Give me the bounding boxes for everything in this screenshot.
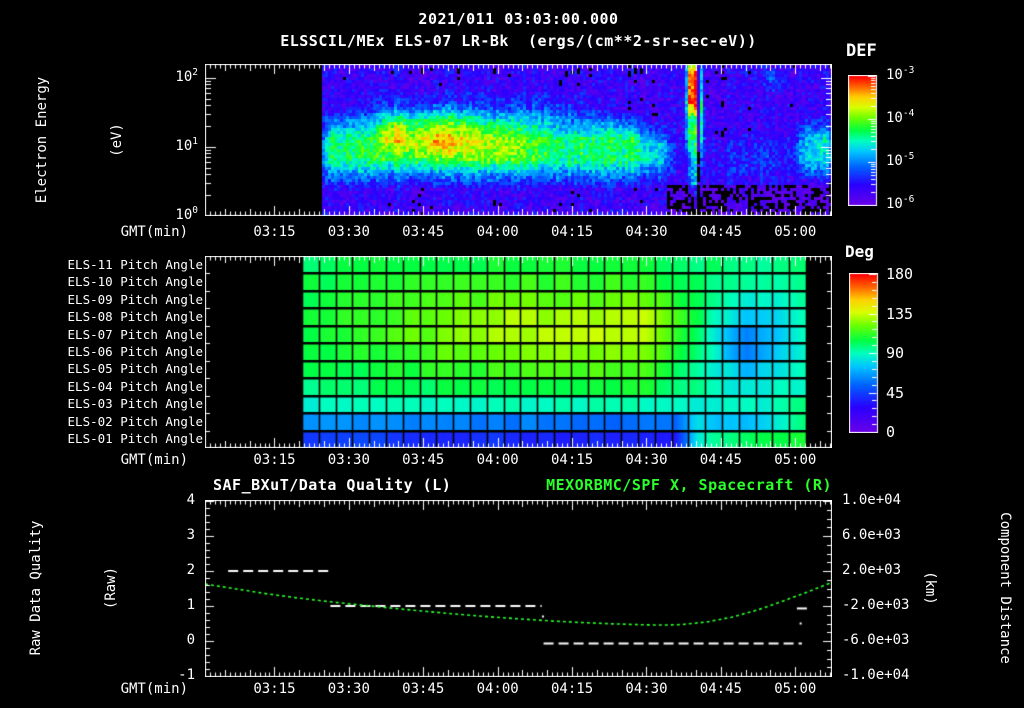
quality-axis-label-line1: Raw Data Quality: [28, 520, 44, 656]
pitch-row-label: ELS-09 Pitch Angle: [67, 291, 203, 307]
quality-panel-title-right: MEXORBMC/SPF X, Spacecraft (R): [546, 476, 832, 494]
def-colorbar-title: DEF: [846, 41, 877, 61]
time-tick-label: 04:15: [550, 452, 594, 468]
def-colorbar-tick-label: 10-5: [886, 151, 915, 169]
time-tick-label: 05:00: [774, 224, 817, 240]
time-tick-label: 04:30: [625, 452, 668, 468]
distance-tick-label: -2.0e+03: [842, 597, 910, 613]
energy-axis-label-line2: (eV): [109, 123, 125, 157]
title-instrument: ELSSCIL/MEx ELS-07 LR-Bk (ergs/(cm**2-sr…: [280, 32, 757, 50]
quality-tick-label: 0: [186, 632, 195, 648]
plot-screen: 2021/011 03:03:00.000 ELSSCIL/MEx ELS-07…: [0, 0, 1024, 708]
pitch-row-label: ELS-01 Pitch Angle: [67, 431, 203, 447]
pitch-row-label: ELS-04 Pitch Angle: [67, 378, 203, 394]
distance-tick-label: 6.0e+03: [842, 527, 902, 543]
energy-tick-label: 100: [175, 204, 198, 223]
electron-energy-spectrogram-canvas: [205, 64, 832, 216]
def-colorbar-tick-label: 10-6: [886, 194, 915, 212]
deg-colorbar-tick-label: 90: [886, 344, 905, 362]
def-colorbar-tick-label: 10-3: [886, 65, 915, 83]
time-tick-label: 03:30: [327, 224, 370, 240]
time-tick-label: 05:00: [774, 452, 817, 468]
deg-colorbar: [849, 273, 889, 433]
time-tick-label: 04:45: [699, 452, 742, 468]
quality-tick-label: 3: [186, 527, 195, 543]
quality-axis-label: Raw Data Quality (Raw): [0, 521, 174, 656]
time-tick-label: 04:45: [699, 224, 742, 240]
deg-colorbar-tick-label: 135: [886, 304, 914, 323]
deg-colorbar-tick-label: 0: [886, 423, 896, 441]
quality-tick-label: 2: [186, 562, 195, 578]
def-colorbar-tick-label: 10-4: [886, 108, 915, 126]
quality-tick-label: 4: [186, 492, 195, 508]
def-colorbar: [848, 75, 888, 206]
time-tick-label: 04:15: [550, 224, 594, 240]
deg-colorbar-tick-label: 180: [886, 265, 914, 283]
time-tick-label: 04:15: [550, 681, 594, 697]
deg-colorbar-title: Deg: [845, 242, 874, 261]
time-tick-label: 03:15: [253, 452, 296, 468]
distance-tick-label: -6.0e+03: [842, 632, 910, 648]
time-tick-label: 04:00: [476, 224, 519, 240]
pitch-row-label: ELS-07 Pitch Angle: [67, 326, 203, 342]
deg-colorbar-tick-label: 45: [886, 383, 905, 402]
gmt-axis-label: GMT(min): [120, 681, 188, 697]
time-tick-label: 03:45: [402, 452, 445, 468]
distance-axis-label-line2: (km): [922, 571, 938, 605]
time-tick-label: 03:45: [402, 224, 445, 240]
time-tick-label: 04:00: [476, 681, 519, 697]
quality-tick-label: 1: [186, 597, 195, 613]
pitch-row-label: ELS-06 Pitch Angle: [67, 344, 203, 359]
distance-tick-label: 1.0e+04: [842, 492, 902, 508]
pitch-row-label: ELS-10 Pitch Angle: [67, 274, 203, 290]
time-tick-label: 04:45: [699, 681, 742, 697]
distance-tick-label: 2.0e+03: [842, 562, 902, 578]
pitch-row-label: ELS-05 Pitch Angle: [67, 361, 203, 377]
time-tick-label: 03:15: [253, 224, 296, 240]
pitch-angle-panels-canvas: [205, 256, 832, 448]
time-tick-label: 03:45: [402, 681, 445, 697]
quality-axis-label-line2: (Raw): [103, 566, 119, 610]
gmt-axis-label: GMT(min): [120, 224, 188, 240]
time-tick-label: 03:15: [253, 681, 296, 697]
time-tick-label: 03:30: [327, 452, 370, 468]
time-tick-label: 03:30: [327, 681, 370, 697]
distance-axis-label-line1: Component Distance: [997, 512, 1013, 664]
title-datetime: 2021/011 03:03:00.000: [418, 10, 619, 28]
energy-tick-label: 102: [175, 66, 198, 85]
pitch-row-label: ELS-03 Pitch Angle: [67, 396, 203, 412]
pitch-row-label: ELS-08 Pitch Angle: [67, 309, 203, 325]
quality-distance-canvas: [205, 500, 832, 677]
time-tick-label: 04:30: [625, 224, 668, 240]
energy-tick-label: 101: [175, 135, 198, 154]
distance-tick-label: -1.0e+04: [842, 667, 910, 683]
pitch-row-label: ELS-11 Pitch Angle: [67, 256, 203, 272]
energy-axis-label-line1: Electron Energy: [34, 76, 50, 204]
pitch-row-label: ELS-02 Pitch Angle: [67, 413, 203, 429]
time-tick-label: 04:30: [625, 681, 668, 697]
gmt-axis-label: GMT(min): [120, 452, 188, 468]
time-tick-label: 05:00: [774, 681, 817, 697]
time-tick-label: 04:00: [476, 452, 519, 468]
